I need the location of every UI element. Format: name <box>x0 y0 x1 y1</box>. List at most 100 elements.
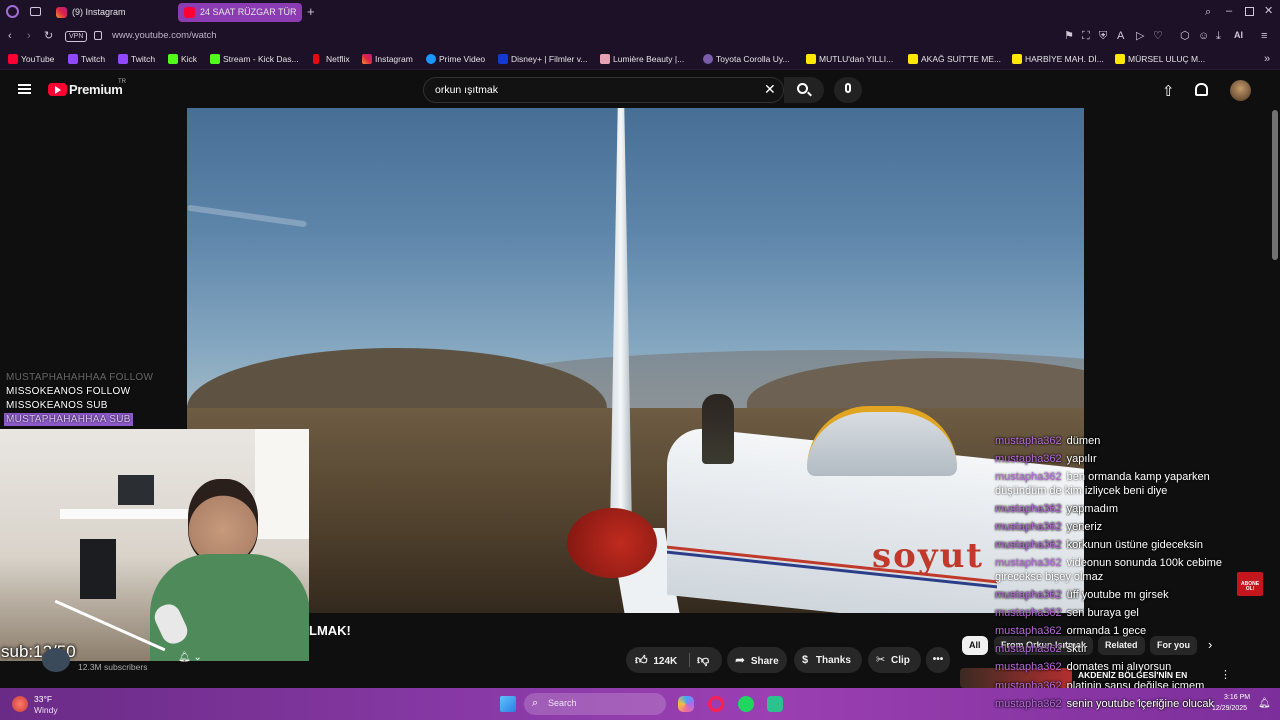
search-tabs-icon[interactable]: ⌕ <box>1205 5 1211 19</box>
taskbar-search[interactable]: ⌕ Search <box>524 693 666 715</box>
upload-icon[interactable]: ⇧ <box>1162 82 1175 100</box>
clear-search-icon[interactable]: ✕ <box>764 81 776 98</box>
tab-islands-icon[interactable] <box>30 7 41 16</box>
new-tab-button[interactable]: + <box>307 5 315 19</box>
heart-icon[interactable]: ♡ <box>1153 29 1163 43</box>
youtube-logo[interactable]: Premium TR <box>48 79 128 98</box>
weather-desc[interactable]: Windy <box>34 705 58 715</box>
bookmark-page-icon[interactable]: ⚑ <box>1064 29 1074 43</box>
weather-icon[interactable] <box>12 696 28 712</box>
chat-message: mustapha362 senin youtube içeriğine oluca… <box>995 697 1214 711</box>
back-icon[interactable]: ‹ <box>8 29 12 43</box>
abone-ol-badge: ABONE OL! <box>1237 572 1263 596</box>
bookmark-prime-video[interactable]: Prime Video <box>426 52 485 66</box>
lock-icon[interactable] <box>94 31 102 40</box>
chat-message: mustapha362 dümen <box>995 434 1100 448</box>
tracker-blocker-icon[interactable]: ▷ <box>1136 29 1144 43</box>
bookmark-disney[interactable]: Disney+ | Filmler v... <box>498 52 587 66</box>
download-icon[interactable]: ⤓ <box>1216 29 1221 43</box>
subscriber-count: 12.3M subscribers <box>78 662 148 672</box>
scissors-icon: ✂ <box>876 654 886 666</box>
tab-youtube-active[interactable]: 24 SAAT RÜZGAR TÜR <box>178 3 302 22</box>
clip-button[interactable]: ✂ Clip <box>868 647 921 673</box>
search-input[interactable]: orkun ışıtmak <box>435 84 498 96</box>
chip-all[interactable]: All <box>962 636 988 655</box>
forward-icon[interactable]: › <box>27 29 31 43</box>
copilot-icon[interactable] <box>678 696 694 712</box>
profile-icon[interactable]: ☺ <box>1198 29 1209 43</box>
chat-username: mustapha362 <box>995 625 1062 637</box>
extensions-icon[interactable]: ⬡ <box>1180 29 1190 43</box>
screenshot-icon[interactable]: ⛶ <box>1082 29 1090 43</box>
bookmark-label: Kick <box>181 54 198 64</box>
bookmark-instagram[interactable]: Instagram <box>362 52 413 66</box>
bookmark-netflix[interactable]: Netflix <box>313 52 350 66</box>
bookmark-lumiere[interactable]: Lumière Beauty |... <box>600 52 684 66</box>
nacelle-logo-text: soyut <box>872 536 984 576</box>
notifications-bell-icon[interactable] <box>1195 83 1208 96</box>
bookmark-mursel[interactable]: MÜRSEL ULUÇ M... <box>1115 52 1205 66</box>
ai-button[interactable]: AI <box>1234 30 1243 40</box>
discord-icon[interactable] <box>767 696 783 712</box>
bookmark-stream-kick[interactable]: Stream - Kick Das... <box>210 52 299 66</box>
channel-avatar[interactable] <box>42 648 70 672</box>
vpn-badge[interactable]: VPN <box>65 31 88 42</box>
chip-for-you[interactable]: For you <box>1150 636 1197 655</box>
video-player[interactable]: soyut <box>187 108 1084 613</box>
translate-icon[interactable]: A <box>1117 29 1124 43</box>
close-window-button[interactable]: ✕ <box>1264 4 1273 18</box>
chat-text: yeneriz <box>1066 521 1103 533</box>
bookmark-kick[interactable]: Kick <box>168 52 197 66</box>
notification-center-icon[interactable]: 🔔︎ <box>1258 698 1271 709</box>
bookmark-label: YouTube <box>21 54 55 64</box>
clock-date[interactable]: 12/29/2025 <box>1212 705 1247 712</box>
bookmark-toyota[interactable]: Toyota Corolla Uy... <box>703 52 790 66</box>
netflix-icon <box>313 54 319 64</box>
opera-menu-icon[interactable] <box>6 5 19 18</box>
weather-temp[interactable]: 33°F <box>34 694 52 704</box>
account-avatar[interactable] <box>1230 80 1251 101</box>
menu-icon[interactable]: ≡ <box>1261 29 1267 43</box>
voice-search-button[interactable] <box>834 77 862 103</box>
opera-gx-icon[interactable] <box>708 696 724 712</box>
url-field[interactable]: www.youtube.com/watch <box>112 30 217 41</box>
suggested-more-icon[interactable]: ⋮ <box>1220 668 1231 681</box>
share-icon: ➦ <box>735 653 746 667</box>
reload-icon[interactable]: ↻ <box>44 29 53 43</box>
chips-next-icon[interactable]: › <box>1208 637 1212 652</box>
page-scrollbar[interactable] <box>1272 110 1278 260</box>
video-title: LMAK! <box>309 623 351 638</box>
hamburger-menu-icon[interactable] <box>18 84 31 94</box>
bookmark-mutlu[interactable]: MUTLU'dan YILLI... <box>806 52 893 66</box>
bookmark-twitch-2[interactable]: Twitch <box>118 52 155 66</box>
youtube-icon <box>184 7 195 18</box>
bookmark-label: HARBİYE MAH. Dİ... <box>1025 54 1104 64</box>
more-bookmarks-icon[interactable]: » <box>1264 52 1270 66</box>
chat-text: dümen <box>1066 435 1101 447</box>
browser-tab-bar: (9) Instagram 24 SAAT RÜZGAR TÜR + ⌕ – ✕ <box>0 0 1280 24</box>
notification-bell-subscribed-icon[interactable]: 🔔︎ ⌄ <box>178 652 202 663</box>
shield-icon[interactable]: ⛨ <box>1099 29 1107 43</box>
bookmark-youtube[interactable]: YouTube <box>8 52 54 66</box>
chip-related[interactable]: Related <box>1098 636 1145 655</box>
search-box[interactable]: orkun ışıtmak ✕ <box>423 77 784 103</box>
start-button[interactable] <box>500 696 516 712</box>
disney-icon <box>498 54 508 64</box>
tab-instagram[interactable]: (9) Instagram <box>50 3 174 22</box>
minimize-button[interactable]: – <box>1226 4 1232 18</box>
chat-username: mustapha362 <box>995 661 1062 673</box>
bookmark-akag[interactable]: AKAĞ SUİT'TE ME... <box>908 52 1001 66</box>
bookmark-twitch-1[interactable]: Twitch <box>68 52 105 66</box>
maximize-button[interactable] <box>1245 7 1254 16</box>
like-button[interactable]: 👍︎ 124K <box>635 647 677 675</box>
more-actions-button[interactable]: ••• <box>926 647 950 673</box>
thanks-button[interactable]: $ Thanks <box>794 647 862 673</box>
bookmark-harbiye[interactable]: HARBİYE MAH. Dİ... <box>1012 52 1104 66</box>
search-button[interactable] <box>784 77 824 103</box>
dislike-button[interactable]: 👎︎ <box>697 647 709 675</box>
share-label: Share <box>750 656 779 667</box>
share-button[interactable]: ➦ Share <box>727 647 787 673</box>
spotify-icon[interactable] <box>738 696 754 712</box>
chat-message: mustapha362 sktır <box>995 642 1087 656</box>
clock-time[interactable]: 3:16 PM <box>1224 694 1250 701</box>
